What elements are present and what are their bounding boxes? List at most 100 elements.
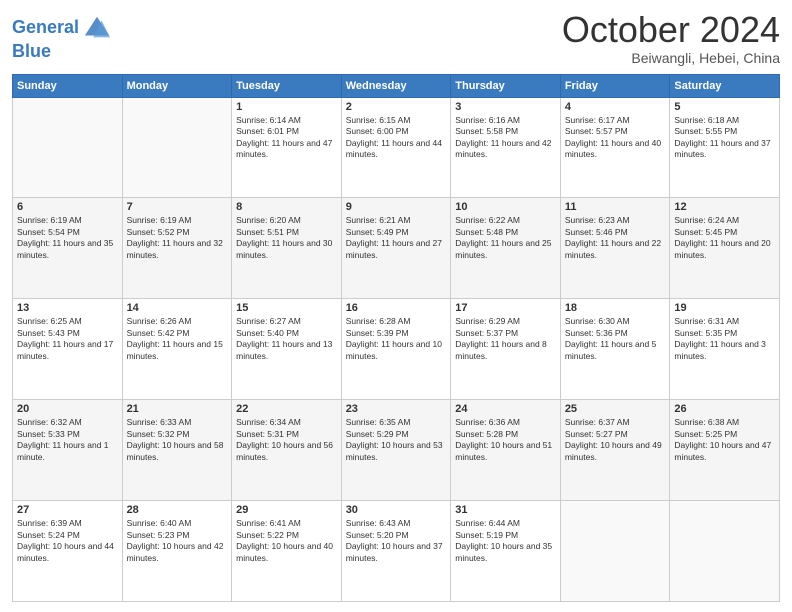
weekday-header-row: SundayMondayTuesdayWednesdayThursdayFrid… <box>13 74 780 97</box>
calendar-table: SundayMondayTuesdayWednesdayThursdayFrid… <box>12 74 780 602</box>
week-row-1: 1 Sunrise: 6:14 AM Sunset: 6:01 PM Daylig… <box>13 97 780 198</box>
day-info: Sunrise: 6:22 AM Sunset: 5:48 PM Dayligh… <box>455 215 556 261</box>
calendar-cell: 2 Sunrise: 6:15 AM Sunset: 6:00 PM Daylig… <box>341 97 451 198</box>
calendar-cell: 18Sunrise: 6:30 AM Sunset: 5:36 PM Dayli… <box>560 299 670 400</box>
day-number: 17 <box>455 302 556 314</box>
day-info: Sunrise: 6:32 AM Sunset: 5:33 PM Dayligh… <box>17 417 118 463</box>
day-number: 14 <box>127 302 228 314</box>
calendar-cell <box>122 97 232 198</box>
day-number: 13 <box>17 302 118 314</box>
weekday-header-friday: Friday <box>560 74 670 97</box>
day-number: 19 <box>674 302 775 314</box>
calendar-cell: 10 Sunrise: 6:22 AM Sunset: 5:48 PM Dayli… <box>451 198 561 299</box>
calendar-cell: 9 Sunrise: 6:21 AM Sunset: 5:49 PM Daylig… <box>341 198 451 299</box>
weekday-header-monday: Monday <box>122 74 232 97</box>
calendar-cell: 15 Sunrise: 6:27 AM Sunset: 5:40 PM Dayli… <box>232 299 342 400</box>
week-row-4: 20 Sunrise: 6:32 AM Sunset: 5:33 PM Dayli… <box>13 400 780 501</box>
day-info: Sunrise: 6:25 AM Sunset: 5:43 PM Dayligh… <box>17 316 118 362</box>
day-number: 3 <box>455 101 556 113</box>
day-info: Sunrise: 6:16 AM Sunset: 5:58 PM Dayligh… <box>455 115 556 161</box>
header: General Blue October 2024 Beiwangli, Heb… <box>12 10 780 66</box>
day-info: Sunrise: 6:20 AM Sunset: 5:51 PM Dayligh… <box>236 215 337 261</box>
logo-text: General <box>12 18 79 38</box>
day-number: 29 <box>236 504 337 516</box>
calendar-cell: 28Sunrise: 6:40 AM Sunset: 5:23 PM Dayli… <box>122 501 232 602</box>
calendar-cell: 7Sunrise: 6:19 AM Sunset: 5:52 PM Daylig… <box>122 198 232 299</box>
calendar-cell: 24Sunrise: 6:36 AM Sunset: 5:28 PM Dayli… <box>451 400 561 501</box>
day-number: 4 <box>565 101 666 113</box>
calendar-cell: 13 Sunrise: 6:25 AM Sunset: 5:43 PM Dayli… <box>13 299 123 400</box>
calendar-cell <box>13 97 123 198</box>
calendar-cell: 22 Sunrise: 6:34 AM Sunset: 5:31 PM Dayli… <box>232 400 342 501</box>
day-number: 22 <box>236 403 337 415</box>
day-info: Sunrise: 6:21 AM Sunset: 5:49 PM Dayligh… <box>346 215 447 261</box>
day-number: 20 <box>17 403 118 415</box>
day-info: Sunrise: 6:38 AM Sunset: 5:25 PM Dayligh… <box>674 417 775 463</box>
day-number: 1 <box>236 101 337 113</box>
week-row-5: 27Sunrise: 6:39 AM Sunset: 5:24 PM Dayli… <box>13 501 780 602</box>
day-info: Sunrise: 6:15 AM Sunset: 6:00 PM Dayligh… <box>346 115 447 161</box>
calendar-cell: 3 Sunrise: 6:16 AM Sunset: 5:58 PM Daylig… <box>451 97 561 198</box>
calendar-cell: 19 Sunrise: 6:31 AM Sunset: 5:35 PM Dayli… <box>670 299 780 400</box>
calendar-cell: 17Sunrise: 6:29 AM Sunset: 5:37 PM Dayli… <box>451 299 561 400</box>
calendar-cell: 29 Sunrise: 6:41 AM Sunset: 5:22 PM Dayli… <box>232 501 342 602</box>
calendar-cell <box>560 501 670 602</box>
week-row-2: 6 Sunrise: 6:19 AM Sunset: 5:54 PM Daylig… <box>13 198 780 299</box>
day-info: Sunrise: 6:41 AM Sunset: 5:22 PM Dayligh… <box>236 518 337 564</box>
calendar-cell: 1 Sunrise: 6:14 AM Sunset: 6:01 PM Daylig… <box>232 97 342 198</box>
day-info: Sunrise: 6:19 AM Sunset: 5:54 PM Dayligh… <box>17 215 118 261</box>
day-info: Sunrise: 6:17 AM Sunset: 5:57 PM Dayligh… <box>565 115 666 161</box>
month-title: October 2024 <box>562 10 780 50</box>
day-info: Sunrise: 6:43 AM Sunset: 5:20 PM Dayligh… <box>346 518 447 564</box>
day-number: 6 <box>17 201 118 213</box>
day-info: Sunrise: 6:26 AM Sunset: 5:42 PM Dayligh… <box>127 316 228 362</box>
day-number: 31 <box>455 504 556 516</box>
calendar-cell: 23 Sunrise: 6:35 AM Sunset: 5:29 PM Dayli… <box>341 400 451 501</box>
calendar-cell: 6 Sunrise: 6:19 AM Sunset: 5:54 PM Daylig… <box>13 198 123 299</box>
calendar-cell: 21 Sunrise: 6:33 AM Sunset: 5:32 PM Dayli… <box>122 400 232 501</box>
day-info: Sunrise: 6:39 AM Sunset: 5:24 PM Dayligh… <box>17 518 118 564</box>
day-info: Sunrise: 6:44 AM Sunset: 5:19 PM Dayligh… <box>455 518 556 564</box>
title-block: October 2024 Beiwangli, Hebei, China <box>562 10 780 66</box>
calendar-cell: 16Sunrise: 6:28 AM Sunset: 5:39 PM Dayli… <box>341 299 451 400</box>
weekday-header-thursday: Thursday <box>451 74 561 97</box>
calendar-cell: 12Sunrise: 6:24 AM Sunset: 5:45 PM Dayli… <box>670 198 780 299</box>
day-info: Sunrise: 6:14 AM Sunset: 6:01 PM Dayligh… <box>236 115 337 161</box>
day-info: Sunrise: 6:27 AM Sunset: 5:40 PM Dayligh… <box>236 316 337 362</box>
day-number: 30 <box>346 504 447 516</box>
day-number: 15 <box>236 302 337 314</box>
day-info: Sunrise: 6:33 AM Sunset: 5:32 PM Dayligh… <box>127 417 228 463</box>
calendar-cell: 14 Sunrise: 6:26 AM Sunset: 5:42 PM Dayli… <box>122 299 232 400</box>
day-number: 25 <box>565 403 666 415</box>
day-number: 23 <box>346 403 447 415</box>
calendar-cell: 25 Sunrise: 6:37 AM Sunset: 5:27 PM Dayli… <box>560 400 670 501</box>
location-subtitle: Beiwangli, Hebei, China <box>562 50 780 66</box>
day-info: Sunrise: 6:37 AM Sunset: 5:27 PM Dayligh… <box>565 417 666 463</box>
day-info: Sunrise: 6:24 AM Sunset: 5:45 PM Dayligh… <box>674 215 775 261</box>
page: General Blue October 2024 Beiwangli, Heb… <box>0 0 792 612</box>
logo-blue-text: Blue <box>12 42 111 62</box>
calendar-cell: 30 Sunrise: 6:43 AM Sunset: 5:20 PM Dayli… <box>341 501 451 602</box>
day-number: 28 <box>127 504 228 516</box>
day-number: 21 <box>127 403 228 415</box>
day-number: 5 <box>674 101 775 113</box>
day-number: 10 <box>455 201 556 213</box>
calendar-cell: 26Sunrise: 6:38 AM Sunset: 5:25 PM Dayli… <box>670 400 780 501</box>
day-info: Sunrise: 6:31 AM Sunset: 5:35 PM Dayligh… <box>674 316 775 362</box>
weekday-header-tuesday: Tuesday <box>232 74 342 97</box>
day-info: Sunrise: 6:35 AM Sunset: 5:29 PM Dayligh… <box>346 417 447 463</box>
day-info: Sunrise: 6:18 AM Sunset: 5:55 PM Dayligh… <box>674 115 775 161</box>
calendar-cell: 11 Sunrise: 6:23 AM Sunset: 5:46 PM Dayli… <box>560 198 670 299</box>
calendar-cell <box>670 501 780 602</box>
logo: General Blue <box>12 14 111 62</box>
day-info: Sunrise: 6:19 AM Sunset: 5:52 PM Dayligh… <box>127 215 228 261</box>
day-info: Sunrise: 6:34 AM Sunset: 5:31 PM Dayligh… <box>236 417 337 463</box>
weekday-header-saturday: Saturday <box>670 74 780 97</box>
day-number: 9 <box>346 201 447 213</box>
calendar-cell: 20 Sunrise: 6:32 AM Sunset: 5:33 PM Dayli… <box>13 400 123 501</box>
day-number: 2 <box>346 101 447 113</box>
calendar-cell: 5 Sunrise: 6:18 AM Sunset: 5:55 PM Daylig… <box>670 97 780 198</box>
day-number: 11 <box>565 201 666 213</box>
day-number: 18 <box>565 302 666 314</box>
day-info: Sunrise: 6:23 AM Sunset: 5:46 PM Dayligh… <box>565 215 666 261</box>
